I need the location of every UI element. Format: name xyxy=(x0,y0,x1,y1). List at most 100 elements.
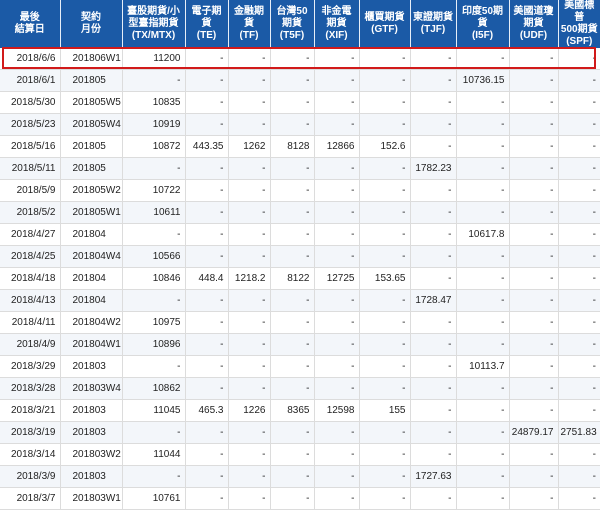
table-row: 2018/4/13 201804- - - - - -1728.47- - - xyxy=(0,289,600,312)
price-cell: - xyxy=(314,289,360,312)
price-cell: - xyxy=(314,157,360,180)
price-cell: 10846 xyxy=(122,267,186,290)
price-cell: - xyxy=(270,69,315,92)
price-cell: - xyxy=(314,487,360,510)
price-cell: - xyxy=(509,377,559,400)
price-cell: - xyxy=(558,157,600,180)
price-cell: - xyxy=(359,157,411,180)
price-cell: - xyxy=(185,333,229,356)
price-cell: - xyxy=(359,443,411,466)
column-header: 東證期貨 (TJF) xyxy=(410,0,457,48)
contract-month-cell: 201803 xyxy=(60,421,123,444)
price-cell: - xyxy=(509,201,559,224)
price-cell: 10862 xyxy=(122,377,186,400)
price-cell: 10722 xyxy=(122,179,186,202)
table-row: 2018/5/9 201805W2 10722- - - - - - - - - xyxy=(0,179,600,202)
price-cell: - xyxy=(509,311,559,334)
price-cell: - xyxy=(228,179,271,202)
price-cell: 1226 xyxy=(228,399,271,422)
price-cell: - xyxy=(558,487,600,510)
settlement-date-cell: 2018/3/19 xyxy=(0,421,61,444)
price-cell: - xyxy=(558,179,600,202)
settlement-date-cell: 2018/3/21 xyxy=(0,399,61,422)
price-cell: 12598 xyxy=(314,399,360,422)
price-cell: - xyxy=(122,157,186,180)
price-cell: - xyxy=(410,267,457,290)
contract-month-cell: 201805 xyxy=(60,157,123,180)
price-cell: 1727.63 xyxy=(410,465,457,488)
price-cell: - xyxy=(270,443,315,466)
price-cell: - xyxy=(456,135,510,158)
column-header: 金融期貨 (TF) xyxy=(228,0,271,48)
price-cell: 465.3 xyxy=(185,399,229,422)
price-cell: 10113.7 xyxy=(456,355,510,378)
table-row: 2018/3/21 201803 11045 465.3 1226 8365 12598 15… xyxy=(0,399,600,422)
price-cell: - xyxy=(456,48,510,70)
price-cell: - xyxy=(359,487,411,510)
price-cell: 10566 xyxy=(122,245,186,268)
price-cell: - xyxy=(228,48,271,70)
price-cell: - xyxy=(509,355,559,378)
table-row: 2018/4/9 201804W1 10896- - - - - - - - - xyxy=(0,333,600,356)
price-cell: - xyxy=(359,201,411,224)
contract-month-cell: 201805W1 xyxy=(60,201,123,224)
settlement-date-cell: 2018/4/11 xyxy=(0,311,61,334)
settlement-date-cell: 2018/3/9 xyxy=(0,465,61,488)
settlement-table: 最後 結算日 契約 月份 臺股期貨/小 型臺指期貨 (TX/MTX) 電子期貨 (TE) 金融期貨… xyxy=(0,0,600,510)
price-cell: - xyxy=(509,69,559,92)
table-row: 2018/5/11 201805- - - - - -1782.23- - - xyxy=(0,157,600,180)
price-cell: - xyxy=(410,443,457,466)
price-cell: - xyxy=(359,377,411,400)
price-cell: - xyxy=(456,399,510,422)
price-cell: - xyxy=(558,48,600,70)
price-cell: - xyxy=(122,69,186,92)
price-cell: - xyxy=(359,48,411,70)
column-header: 美國標普 500期貨 (SPF) xyxy=(558,0,600,48)
price-cell: - xyxy=(359,113,411,136)
price-cell: 155 xyxy=(359,399,411,422)
settlement-date-cell: 2018/4/27 xyxy=(0,223,61,246)
price-cell: - xyxy=(228,333,271,356)
price-cell: 11044 xyxy=(122,443,186,466)
price-cell: 10872 xyxy=(122,135,186,158)
price-cell: - xyxy=(410,355,457,378)
price-cell: - xyxy=(122,465,186,488)
price-cell: - xyxy=(314,465,360,488)
price-cell: - xyxy=(314,443,360,466)
price-cell: - xyxy=(558,399,600,422)
settlement-date-cell: 2018/6/6 xyxy=(0,48,61,70)
table-row: 2018/5/23 201805W4 10919- - - - - - - - - xyxy=(0,113,600,136)
price-cell: - xyxy=(456,377,510,400)
price-cell: - xyxy=(314,223,360,246)
price-cell: - xyxy=(270,91,315,114)
price-cell: - xyxy=(228,377,271,400)
price-cell: - xyxy=(410,223,457,246)
price-cell: - xyxy=(185,465,229,488)
price-cell: - xyxy=(185,289,229,312)
price-cell: - xyxy=(410,48,457,70)
price-cell: - xyxy=(228,289,271,312)
price-cell: - xyxy=(509,48,559,70)
price-cell: - xyxy=(314,333,360,356)
price-cell: - xyxy=(185,245,229,268)
price-cell: - xyxy=(185,355,229,378)
price-cell: - xyxy=(558,289,600,312)
price-cell: - xyxy=(359,465,411,488)
price-cell: - xyxy=(456,91,510,114)
price-cell: - xyxy=(410,69,457,92)
price-cell: - xyxy=(314,355,360,378)
contract-month-cell: 201804W4 xyxy=(60,245,123,268)
price-cell: 8122 xyxy=(270,267,315,290)
price-cell: - xyxy=(270,157,315,180)
price-cell: - xyxy=(185,157,229,180)
settlement-date-cell: 2018/5/11 xyxy=(0,157,61,180)
price-cell: - xyxy=(228,69,271,92)
price-cell: 152.6 xyxy=(359,135,411,158)
price-cell: - xyxy=(558,69,600,92)
price-cell: - xyxy=(314,113,360,136)
table-row: 2018/4/27 201804- - - - - - -10617.8- - xyxy=(0,223,600,246)
price-cell: - xyxy=(509,267,559,290)
price-cell: - xyxy=(270,201,315,224)
price-cell: - xyxy=(359,355,411,378)
price-cell: - xyxy=(410,487,457,510)
